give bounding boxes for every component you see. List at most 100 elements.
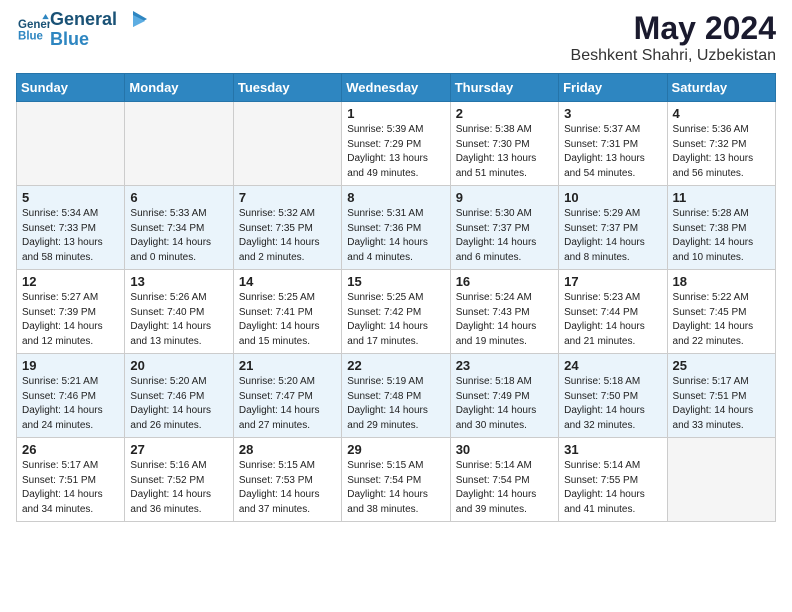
calendar-cell: 8 Sunrise: 5:31 AM Sunset: 7:36 PM Daylig… [342,186,450,270]
day-number: 10 [564,190,661,205]
calendar-cell: 20 Sunrise: 5:20 AM Sunset: 7:46 PM Dayli… [125,354,233,438]
day-info: Sunrise: 5:20 AM Sunset: 7:46 PM Dayligh… [130,375,227,433]
day-number: 14 [239,274,336,289]
location-subtitle: Beshkent Shahri, Uzbekistan [571,47,776,65]
day-info: Sunrise: 5:15 AM Sunset: 7:53 PM Dayligh… [239,459,336,517]
col-header-friday: Friday [559,74,667,102]
day-info: Sunrise: 5:22 AM Sunset: 7:45 PM Dayligh… [673,291,770,349]
day-number: 4 [673,106,770,121]
calendar-week-row: 5Sunrise: 5:34 AM Sunset: 7:33 PM Daylig… [17,186,776,270]
calendar-cell: 18Sunrise: 5:22 AM Sunset: 7:45 PM Dayli… [667,270,775,354]
day-info: Sunrise: 5:18 AM Sunset: 7:49 PM Dayligh… [456,375,553,433]
day-number: 29 [347,442,444,457]
calendar-cell: 10 Sunrise: 5:29 AM Sunset: 7:37 PM Dayli… [559,186,667,270]
day-number: 31 [564,442,661,457]
day-info: Sunrise: 5:37 AM Sunset: 7:31 PM Dayligh… [564,123,661,181]
logo-line1: General [50,10,117,30]
svg-text:Blue: Blue [18,30,44,42]
day-number: 19 [22,358,119,373]
svg-text:General: General [18,19,50,31]
day-info: Sunrise: 5:24 AM Sunset: 7:43 PM Dayligh… [456,291,553,349]
day-info: Sunrise: 5:25 AM Sunset: 7:41 PM Dayligh… [239,291,336,349]
day-info: Sunrise: 5:18 AM Sunset: 7:50 PM Dayligh… [564,375,661,433]
calendar-cell: 15 Sunrise: 5:25 AM Sunset: 7:42 PM Dayli… [342,270,450,354]
calendar-week-row: 1 Sunrise: 5:39 AM Sunset: 7:29 PM Daylig… [17,102,776,186]
day-number: 8 [347,190,444,205]
title-area: May 2024 Beshkent Shahri, Uzbekistan [571,10,776,65]
calendar-cell: 4 Sunrise: 5:36 AM Sunset: 7:32 PM Daylig… [667,102,775,186]
calendar-cell: 31 Sunrise: 5:14 AM Sunset: 7:55 PM Dayli… [559,438,667,522]
day-info: Sunrise: 5:17 AM Sunset: 7:51 PM Dayligh… [22,459,119,517]
calendar-cell: 6Sunrise: 5:33 AM Sunset: 7:34 PM Daylig… [125,186,233,270]
day-number: 27 [130,442,227,457]
day-info: Sunrise: 5:23 AM Sunset: 7:44 PM Dayligh… [564,291,661,349]
logo-area: General Blue General Blue [16,10,147,50]
calendar-cell [233,102,341,186]
day-info: Sunrise: 5:36 AM Sunset: 7:32 PM Dayligh… [673,123,770,181]
day-info: Sunrise: 5:21 AM Sunset: 7:46 PM Dayligh… [22,375,119,433]
day-number: 21 [239,358,336,373]
day-number: 23 [456,358,553,373]
day-info: Sunrise: 5:26 AM Sunset: 7:40 PM Dayligh… [130,291,227,349]
day-info: Sunrise: 5:19 AM Sunset: 7:48 PM Dayligh… [347,375,444,433]
day-info: Sunrise: 5:20 AM Sunset: 7:47 PM Dayligh… [239,375,336,433]
calendar-cell: 9Sunrise: 5:30 AM Sunset: 7:37 PM Daylig… [450,186,558,270]
day-number: 24 [564,358,661,373]
day-info: Sunrise: 5:29 AM Sunset: 7:37 PM Dayligh… [564,207,661,265]
day-number: 1 [347,106,444,121]
calendar-header-row: SundayMondayTuesdayWednesdayThursdayFrid… [17,74,776,102]
page: General Blue General Blue May 2024 Beshk… [0,0,792,538]
calendar-cell: 2 Sunrise: 5:38 AM Sunset: 7:30 PM Daylig… [450,102,558,186]
day-number: 13 [130,274,227,289]
calendar-cell: 7 Sunrise: 5:32 AM Sunset: 7:35 PM Daylig… [233,186,341,270]
header: General Blue General Blue May 2024 Beshk… [16,10,776,65]
calendar-cell: 3 Sunrise: 5:37 AM Sunset: 7:31 PM Daylig… [559,102,667,186]
calendar-cell: 30Sunrise: 5:14 AM Sunset: 7:54 PM Dayli… [450,438,558,522]
calendar-cell: 12Sunrise: 5:27 AM Sunset: 7:39 PM Dayli… [17,270,125,354]
day-number: 2 [456,106,553,121]
calendar-cell: 24 Sunrise: 5:18 AM Sunset: 7:50 PM Dayli… [559,354,667,438]
calendar-cell: 26 Sunrise: 5:17 AM Sunset: 7:51 PM Dayli… [17,438,125,522]
day-info: Sunrise: 5:38 AM Sunset: 7:30 PM Dayligh… [456,123,553,181]
calendar-cell: 14 Sunrise: 5:25 AM Sunset: 7:41 PM Dayli… [233,270,341,354]
generalblue-logo-icon: General Blue [18,14,50,46]
month-year-title: May 2024 [571,10,776,47]
logo-flag-icon [119,11,147,39]
day-info: Sunrise: 5:14 AM Sunset: 7:54 PM Dayligh… [456,459,553,517]
day-number: 9 [456,190,553,205]
calendar-cell: 27Sunrise: 5:16 AM Sunset: 7:52 PM Dayli… [125,438,233,522]
calendar-week-row: 19 Sunrise: 5:21 AM Sunset: 7:46 PM Dayli… [17,354,776,438]
day-number: 28 [239,442,336,457]
calendar-cell [17,102,125,186]
day-number: 20 [130,358,227,373]
day-number: 12 [22,274,119,289]
day-info: Sunrise: 5:31 AM Sunset: 7:36 PM Dayligh… [347,207,444,265]
day-info: Sunrise: 5:33 AM Sunset: 7:34 PM Dayligh… [130,207,227,265]
day-number: 16 [456,274,553,289]
calendar-cell: 17Sunrise: 5:23 AM Sunset: 7:44 PM Dayli… [559,270,667,354]
calendar-cell: 1 Sunrise: 5:39 AM Sunset: 7:29 PM Daylig… [342,102,450,186]
day-info: Sunrise: 5:25 AM Sunset: 7:42 PM Dayligh… [347,291,444,349]
calendar-table: SundayMondayTuesdayWednesdayThursdayFrid… [16,73,776,522]
calendar-cell: 21 Sunrise: 5:20 AM Sunset: 7:47 PM Dayli… [233,354,341,438]
calendar-cell: 29Sunrise: 5:15 AM Sunset: 7:54 PM Dayli… [342,438,450,522]
day-number: 26 [22,442,119,457]
day-number: 25 [673,358,770,373]
calendar-cell [125,102,233,186]
day-number: 15 [347,274,444,289]
day-info: Sunrise: 5:34 AM Sunset: 7:33 PM Dayligh… [22,207,119,265]
calendar-week-row: 26 Sunrise: 5:17 AM Sunset: 7:51 PM Dayli… [17,438,776,522]
calendar-cell: 19 Sunrise: 5:21 AM Sunset: 7:46 PM Dayli… [17,354,125,438]
day-number: 7 [239,190,336,205]
calendar-cell: 28 Sunrise: 5:15 AM Sunset: 7:53 PM Dayli… [233,438,341,522]
day-info: Sunrise: 5:28 AM Sunset: 7:38 PM Dayligh… [673,207,770,265]
calendar-cell: 22Sunrise: 5:19 AM Sunset: 7:48 PM Dayli… [342,354,450,438]
day-number: 3 [564,106,661,121]
day-info: Sunrise: 5:39 AM Sunset: 7:29 PM Dayligh… [347,123,444,181]
calendar-cell: 25Sunrise: 5:17 AM Sunset: 7:51 PM Dayli… [667,354,775,438]
day-info: Sunrise: 5:14 AM Sunset: 7:55 PM Dayligh… [564,459,661,517]
calendar-cell [667,438,775,522]
calendar-cell: 11Sunrise: 5:28 AM Sunset: 7:38 PM Dayli… [667,186,775,270]
day-info: Sunrise: 5:32 AM Sunset: 7:35 PM Dayligh… [239,207,336,265]
calendar-cell: 16 Sunrise: 5:24 AM Sunset: 7:43 PM Dayli… [450,270,558,354]
